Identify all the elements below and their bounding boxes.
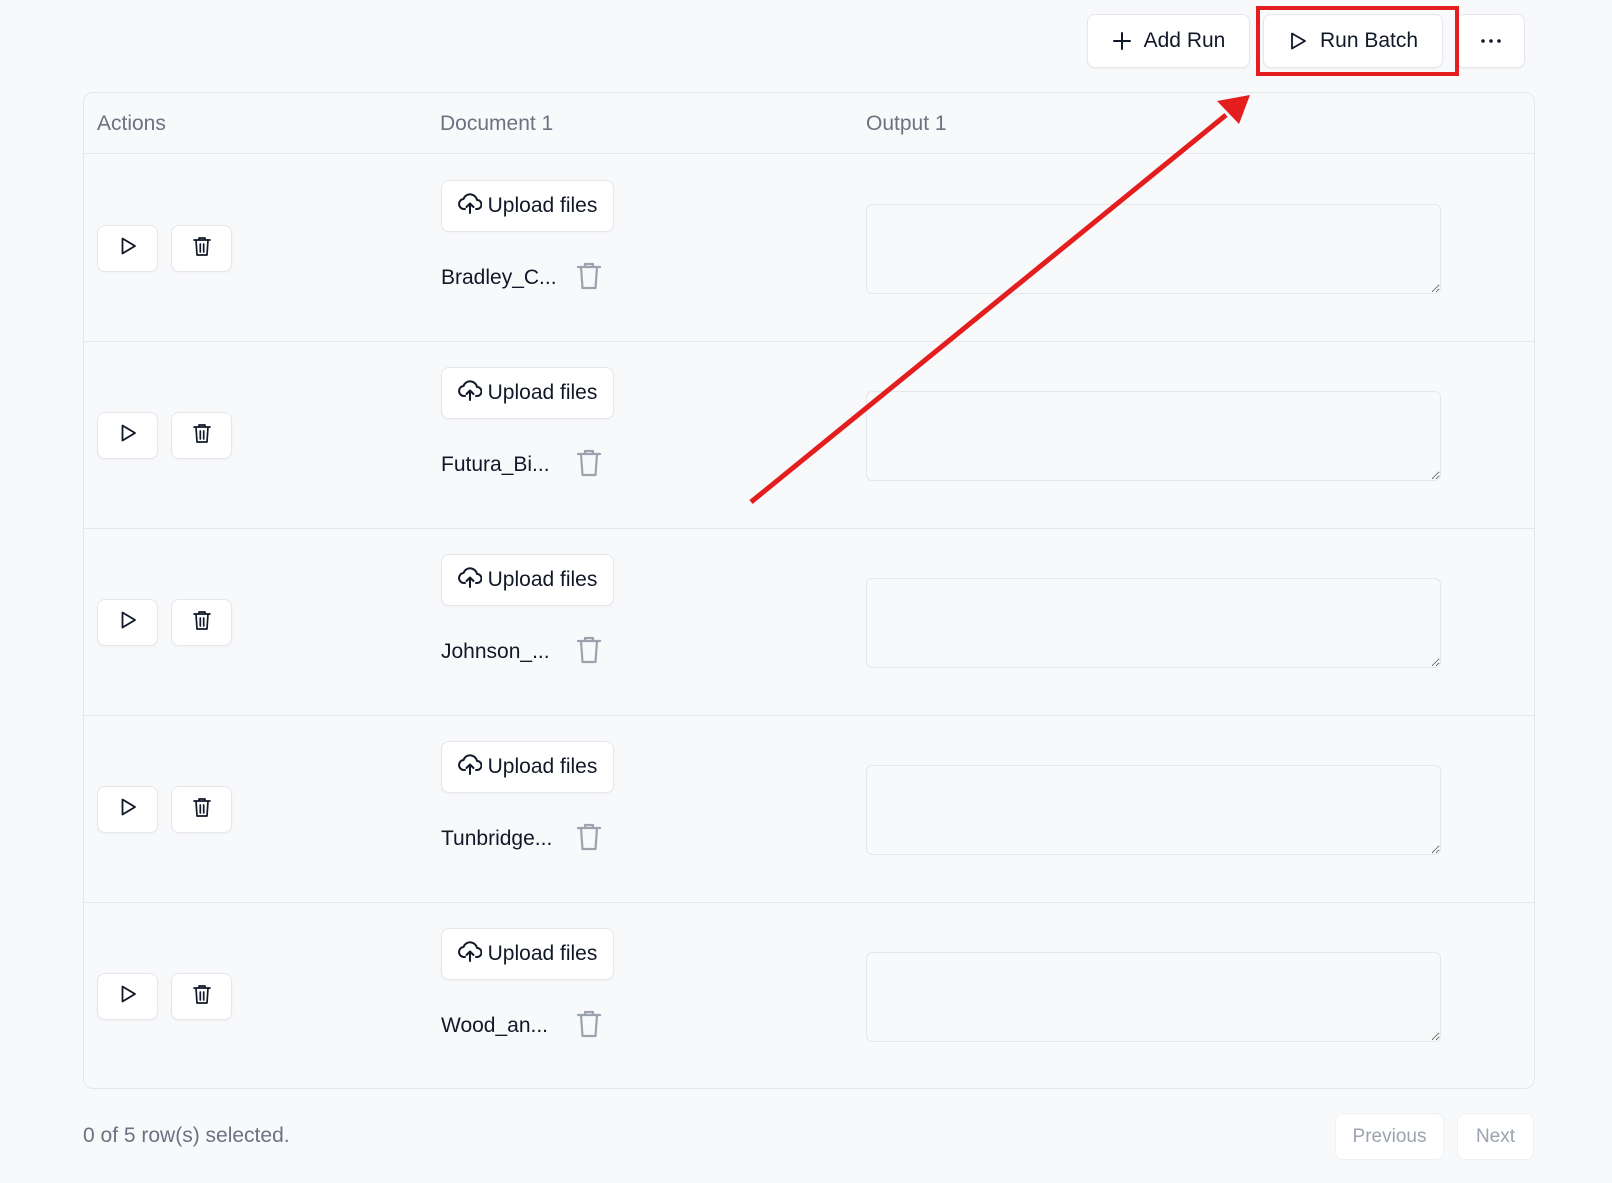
previous-page-button[interactable]: Previous xyxy=(1335,1113,1444,1160)
document-filename: Futura_Bi... xyxy=(441,453,550,476)
cloud-upload-icon xyxy=(457,753,483,781)
document-filename: Wood_an... xyxy=(441,1014,549,1037)
trash-icon xyxy=(576,822,602,857)
column-header-output: Output 1 xyxy=(866,112,947,135)
column-header-actions: Actions xyxy=(97,112,166,135)
runs-table: Actions Document 1 Output 1 Upload files… xyxy=(83,92,1535,1089)
delete-row-button[interactable] xyxy=(171,599,232,646)
add-run-button[interactable]: Add Run xyxy=(1087,14,1250,68)
upload-files-button[interactable]: Upload files xyxy=(441,554,614,606)
table-row: Upload files Tunbridge... xyxy=(84,716,1534,903)
document-filename: Tunbridge... xyxy=(441,827,553,850)
run-row-button[interactable] xyxy=(97,973,158,1020)
table-row: Upload files Futura_Bi... xyxy=(84,342,1534,529)
table-row: Upload files Johnson_... xyxy=(84,529,1534,716)
output-textarea[interactable] xyxy=(866,578,1441,668)
more-horizontal-icon xyxy=(1480,38,1502,44)
run-row-button[interactable] xyxy=(97,412,158,459)
delete-row-button[interactable] xyxy=(171,973,232,1020)
trash-icon xyxy=(576,448,602,483)
trash-icon xyxy=(576,261,602,296)
play-icon xyxy=(118,610,138,635)
table-row: Upload files Wood_an... xyxy=(84,903,1534,1088)
remove-file-button[interactable] xyxy=(574,636,604,668)
remove-file-button[interactable] xyxy=(574,262,604,294)
upload-files-label: Upload files xyxy=(487,381,598,404)
run-row-button[interactable] xyxy=(97,599,158,646)
document-filename: Bradley_C... xyxy=(441,266,557,289)
cloud-upload-icon xyxy=(457,566,483,594)
trash-icon xyxy=(192,609,212,636)
cloud-upload-icon xyxy=(457,192,483,220)
column-header-document: Document 1 xyxy=(440,112,554,135)
more-options-button[interactable] xyxy=(1456,14,1525,68)
upload-files-button[interactable]: Upload files xyxy=(441,180,614,232)
run-batch-button[interactable]: Run Batch xyxy=(1263,14,1443,68)
delete-row-button[interactable] xyxy=(171,786,232,833)
play-icon xyxy=(118,423,138,448)
upload-files-button[interactable]: Upload files xyxy=(441,741,614,793)
remove-file-button[interactable] xyxy=(574,449,604,481)
play-icon xyxy=(118,236,138,261)
delete-row-button[interactable] xyxy=(171,225,232,272)
upload-files-label: Upload files xyxy=(487,194,598,217)
cloud-upload-icon xyxy=(457,940,483,968)
document-filename: Johnson_... xyxy=(441,640,550,663)
remove-file-button[interactable] xyxy=(574,1010,604,1042)
upload-files-button[interactable]: Upload files xyxy=(441,928,614,980)
run-row-button[interactable] xyxy=(97,786,158,833)
trash-icon xyxy=(576,1009,602,1044)
table-row: Upload files Bradley_C... xyxy=(84,155,1534,342)
play-icon xyxy=(1288,31,1308,51)
trash-icon xyxy=(576,635,602,670)
delete-row-button[interactable] xyxy=(171,412,232,459)
add-run-label: Add Run xyxy=(1143,29,1226,52)
output-textarea[interactable] xyxy=(866,391,1441,481)
trash-icon xyxy=(192,796,212,823)
upload-files-label: Upload files xyxy=(487,942,598,965)
trash-icon xyxy=(192,235,212,262)
output-textarea[interactable] xyxy=(866,204,1441,294)
next-page-button[interactable]: Next xyxy=(1457,1113,1534,1160)
remove-file-button[interactable] xyxy=(574,823,604,855)
trash-icon xyxy=(192,422,212,449)
selection-status: 0 of 5 row(s) selected. xyxy=(83,1124,290,1147)
upload-files-label: Upload files xyxy=(487,755,598,778)
run-batch-label: Run Batch xyxy=(1319,29,1419,52)
play-icon xyxy=(118,984,138,1009)
cloud-upload-icon xyxy=(457,379,483,407)
output-textarea[interactable] xyxy=(866,765,1441,855)
upload-files-button[interactable]: Upload files xyxy=(441,367,614,419)
trash-icon xyxy=(192,983,212,1010)
run-row-button[interactable] xyxy=(97,225,158,272)
plus-icon xyxy=(1112,31,1132,51)
play-icon xyxy=(118,797,138,822)
output-textarea[interactable] xyxy=(866,952,1441,1042)
upload-files-label: Upload files xyxy=(487,568,598,591)
table-header: Actions Document 1 Output 1 xyxy=(84,93,1534,154)
